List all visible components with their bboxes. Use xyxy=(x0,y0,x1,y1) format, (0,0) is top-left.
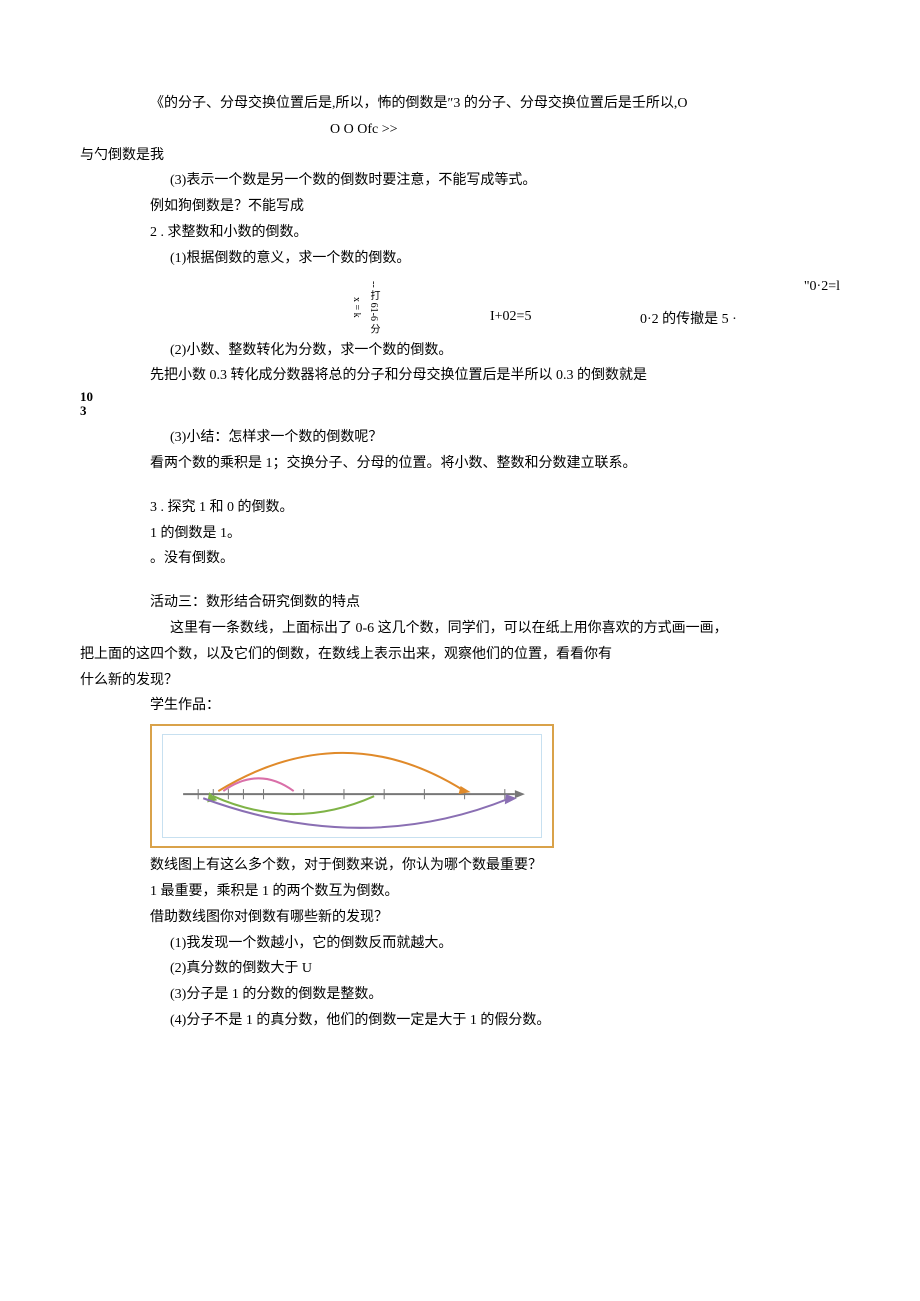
math-row: -- 打 61-6 分 x = k I+02=5 "0·2=l 0·2 的传撤是… xyxy=(80,275,840,335)
text-line: 数线图上有这么多个数，对于倒数来说，你认为哪个数最重要？ xyxy=(80,854,840,878)
text-line: 学生作品： xyxy=(80,694,840,718)
math-col: I+02=5 xyxy=(490,275,640,329)
text-line: 。没有倒数。 xyxy=(80,547,840,571)
text-line: 1 最重要，乘积是 1 的两个数互为倒数。 xyxy=(80,880,840,904)
document-page: 《的分子、分母交换位置后是,所以，怖的倒数是″3 的分子、分母交换位置后是壬所以… xyxy=(0,0,920,1095)
fraction: 10 3 xyxy=(80,390,840,424)
text-line: 例如狗倒数是？不能写成 xyxy=(80,195,840,219)
vertical-text: -- 打 61-6 分 x = k xyxy=(348,280,382,335)
text-line: 3 . 探究 1 和 0 的倒数。 xyxy=(80,496,840,520)
fraction-numerator: 10 xyxy=(80,389,93,404)
text-line: (2)小数、整数转化为分数，求一个数的倒数。 xyxy=(80,339,840,363)
number-line-diagram xyxy=(150,724,554,848)
text-line: 1 的倒数是 1。 xyxy=(80,522,840,546)
text-line: O O Ofc >> xyxy=(80,118,840,142)
math-col: "0·2=l 0·2 的传撤是 5 · xyxy=(640,275,840,333)
text-line: 先把小数 0.3 转化成分数器将总的分子和分母交换位置后是半所以 0.3 的倒数… xyxy=(80,364,840,388)
text-line: (3)分子是 1 的分数的倒数是整数。 xyxy=(80,983,840,1007)
text-line: 看两个数的乘积是 1；交换分子、分母的位置。将小数、整数和分数建立联系。 xyxy=(80,452,840,476)
text-line: (2)真分数的倒数大于 U xyxy=(80,957,840,981)
diagram-inner-frame xyxy=(162,734,542,838)
math-text: 0·2 的传撤是 5 · xyxy=(640,298,840,332)
text-line: (4)分子不是 1 的真分数，他们的倒数一定是大于 1 的假分数。 xyxy=(80,1009,840,1033)
text-line: (3)小结：怎样求一个数的倒数呢？ xyxy=(80,426,840,450)
text-line: 什么新的发现？ xyxy=(80,669,840,693)
text-line: 活动三：数形结合研究倒数的特点 xyxy=(80,591,840,615)
math-text: I+02=5 xyxy=(490,309,531,324)
fraction-denominator: 3 xyxy=(80,403,87,418)
text-line: 把上面的这四个数，以及它们的倒数，在数线上表示出来，观察他们的位置，看看你有 xyxy=(80,643,840,667)
diagram-svg xyxy=(163,735,541,837)
text-line: (1)我发现一个数越小，它的倒数反而就越大。 xyxy=(80,932,840,956)
text-line: 这里有一条数线，上面标出了 0-6 这几个数，同学们，可以在纸上用你喜欢的方式画… xyxy=(80,617,840,641)
text-line: 2 . 求整数和小数的倒数。 xyxy=(80,221,840,245)
math-text: "0·2=l xyxy=(640,275,840,299)
vertical-col: -- 打 61-6 分 x = k xyxy=(240,275,490,335)
text-line: (1)根据倒数的意义，求一个数的倒数。 xyxy=(80,247,840,271)
text-line: (3)表示一个数是另一个数的倒数时要注意，不能写成等式。 xyxy=(80,169,840,193)
text-line: 与勺倒数是我 xyxy=(80,144,840,168)
text-line: 《的分子、分母交换位置后是,所以，怖的倒数是″3 的分子、分母交换位置后是壬所以… xyxy=(80,92,840,116)
text-line: 借助数线图你对倒数有哪些新的发现？ xyxy=(80,906,840,930)
